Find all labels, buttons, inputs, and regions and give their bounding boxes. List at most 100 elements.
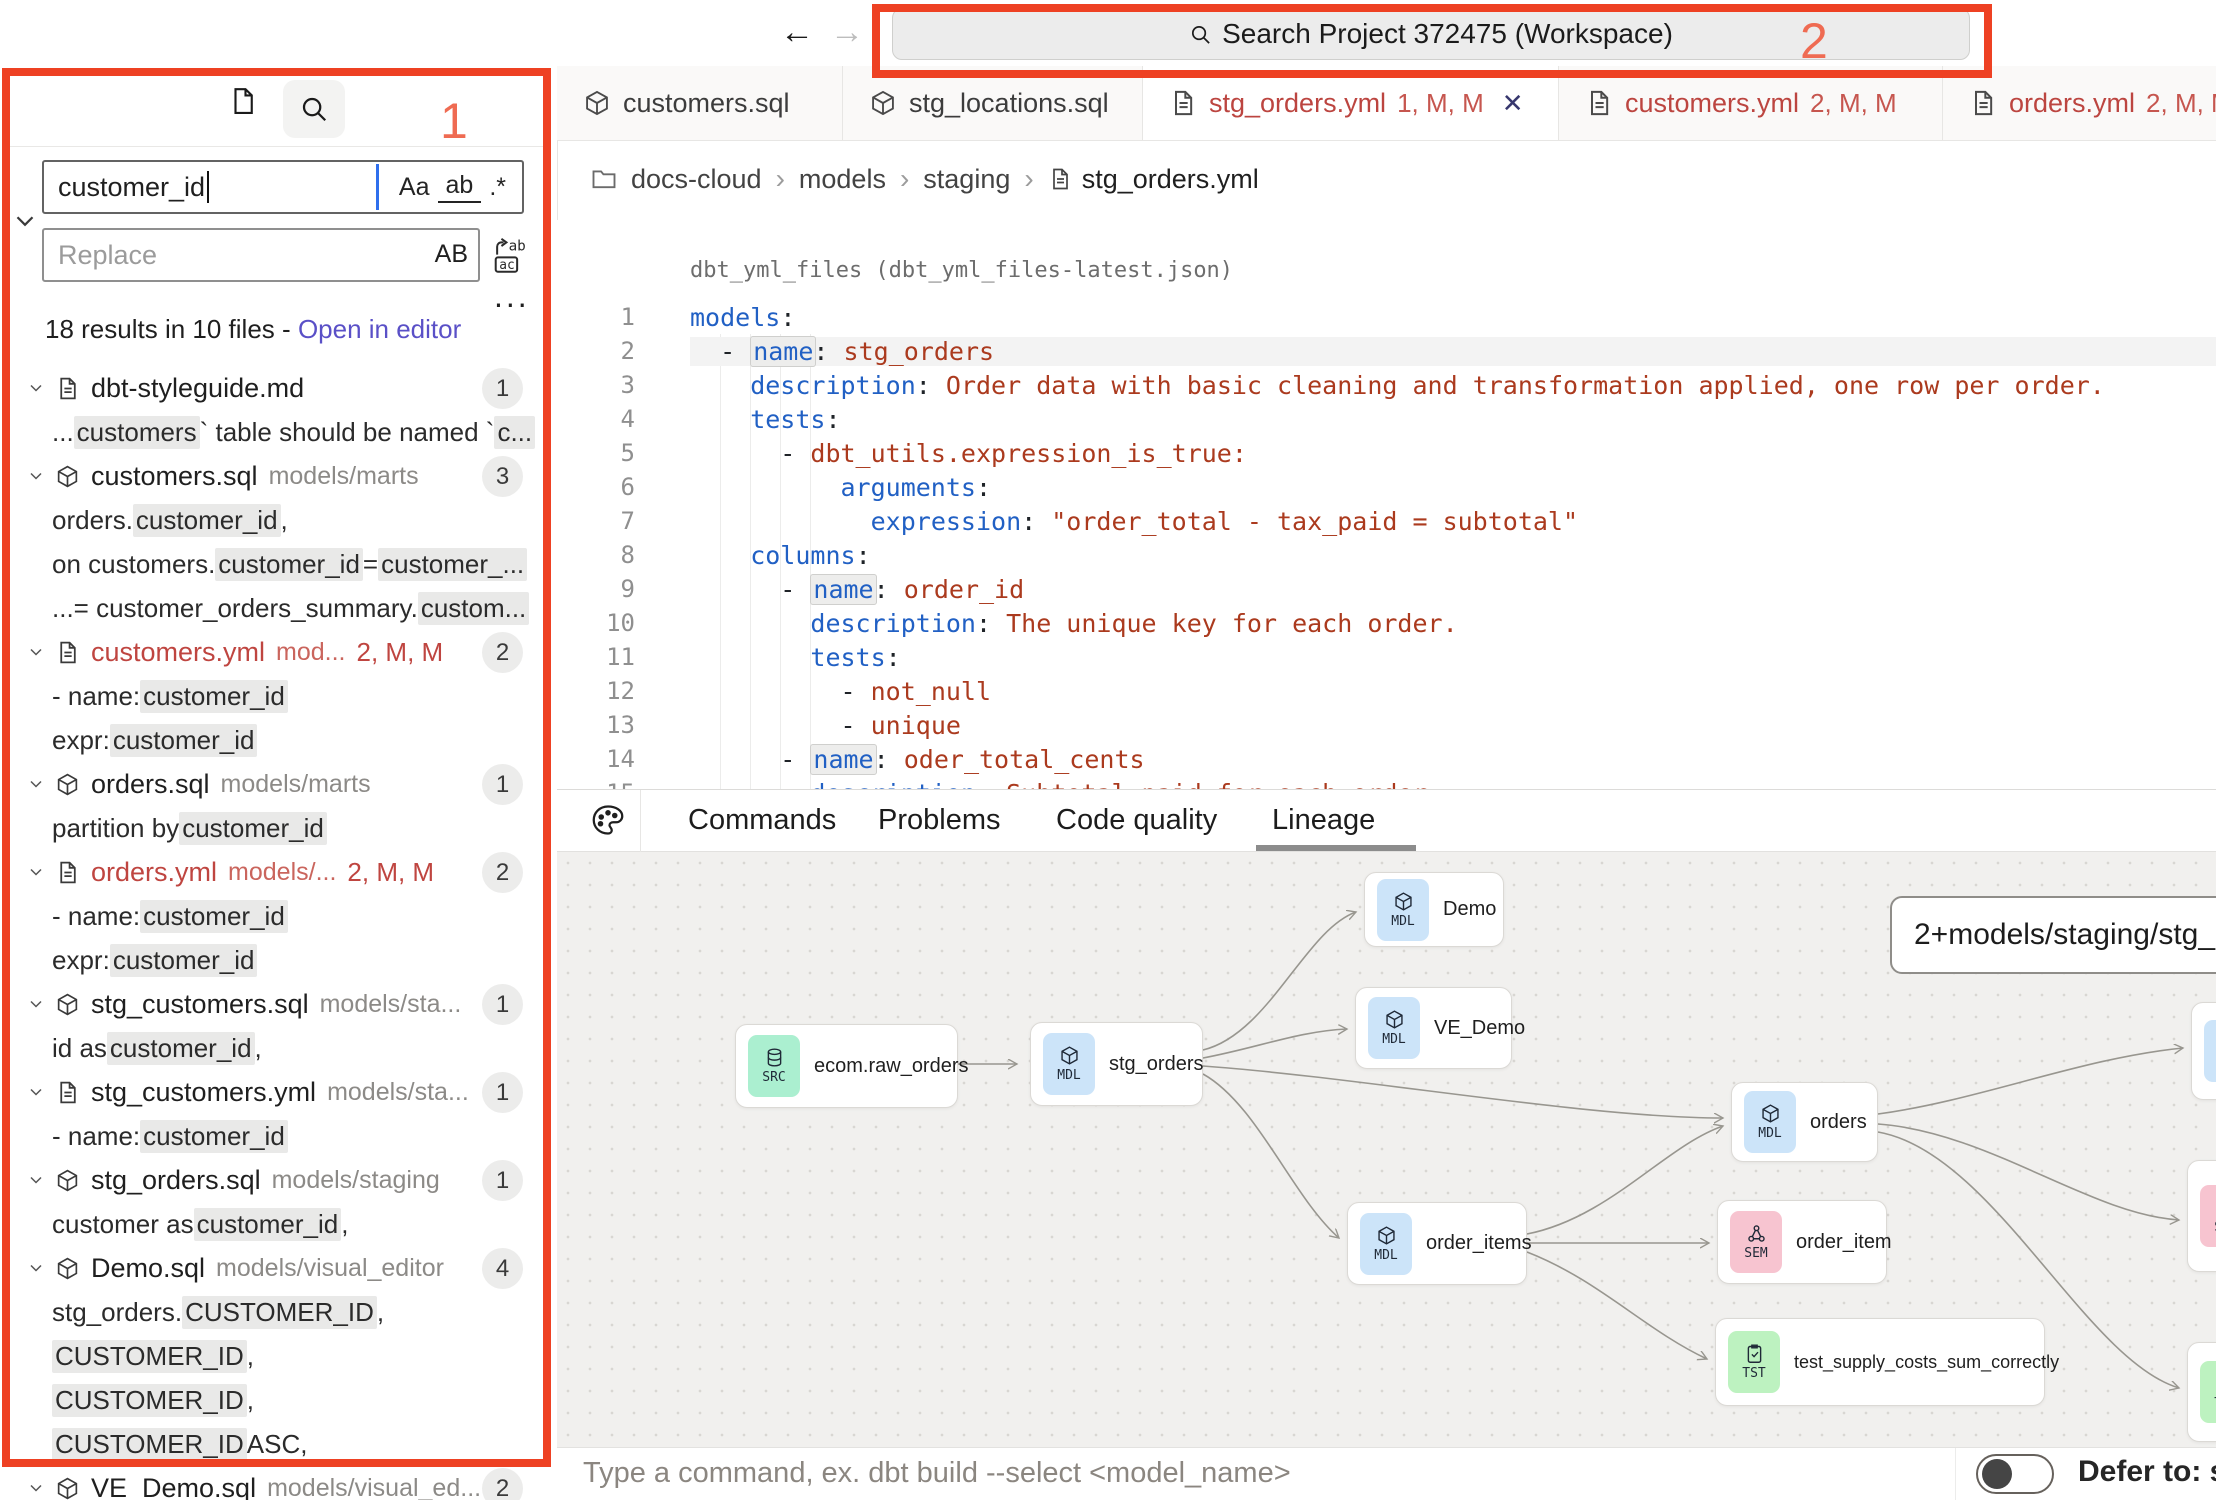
search-result-file[interactable]: stg_orders.sqlmodels/staging1 — [10, 1158, 545, 1202]
code-line[interactable]: 10description: The unique key for each o… — [557, 606, 2216, 640]
project-search-bar[interactable]: Search Project 372475 (Workspace) — [892, 8, 1970, 60]
chevron-down-icon[interactable] — [26, 378, 46, 398]
forward-button[interactable]: → — [830, 10, 864, 54]
node-ve-demo[interactable]: MDL VE_Demo — [1355, 987, 1512, 1069]
file-explorer-icon[interactable] — [228, 86, 258, 122]
code-line[interactable]: 15description: Subtotal paid for each or… — [557, 776, 2216, 789]
search-result-match[interactable]: CUSTOMER_ID, — [10, 1378, 545, 1422]
search-result-match[interactable]: id as customer_id, — [10, 1026, 545, 1070]
chevron-down-icon[interactable] — [26, 862, 46, 882]
replace-all-icon[interactable]: abac — [490, 236, 530, 276]
search-result-file[interactable]: customers.sqlmodels/marts3 — [10, 454, 545, 498]
code-lens[interactable]: dbt_yml_files (dbt_yml_files-latest.json… — [690, 258, 1233, 283]
search-result-file[interactable]: stg_customers.ymlmodels/sta...1 — [10, 1070, 545, 1114]
code-line[interactable]: 1models: — [557, 300, 2216, 334]
node-stg-orders[interactable]: MDL stg_orders — [1030, 1022, 1203, 1106]
tab-customers.yml[interactable]: customers.yml2, M, M — [1559, 66, 1943, 140]
command-input[interactable]: Type a command, ex. dbt build --select <… — [583, 1457, 1291, 1490]
code-line[interactable]: 14- name: oder_total_cents — [557, 742, 2216, 776]
chevron-down-icon[interactable] — [26, 1478, 46, 1498]
lineage-graph[interactable]: SRC ecom.raw_orders MDL stg_orders MDL D… — [557, 852, 2216, 1447]
search-result-file[interactable]: stg_customers.sqlmodels/sta...1 — [10, 982, 545, 1026]
breadcrumb-segment[interactable]: models — [799, 164, 886, 195]
code-line[interactable]: 8columns: — [557, 538, 2216, 572]
search-result-match[interactable]: orders.customer_id, — [10, 498, 545, 542]
chevron-down-icon[interactable] — [26, 642, 46, 662]
search-result-match[interactable]: ...= customer_orders_summary.custom... — [10, 586, 545, 630]
node-order-items[interactable]: MDL order_items — [1347, 1202, 1527, 1285]
code-line[interactable]: 3description: Order data with basic clea… — [557, 368, 2216, 402]
code-line[interactable]: 9- name: order_id — [557, 572, 2216, 606]
breadcrumb-segment[interactable]: staging — [923, 164, 1010, 195]
code-line[interactable]: 6arguments: — [557, 470, 2216, 504]
open-in-editor-link[interactable]: Open in editor — [298, 314, 461, 344]
search-result-file[interactable]: orders.ymlmodels/...2, M, M2 — [10, 850, 545, 894]
code-line[interactable]: 5- dbt_utils.expression_is_true: — [557, 436, 2216, 470]
back-button[interactable]: ← — [780, 10, 814, 54]
search-result-match[interactable]: on customers.customer_id = customer_... — [10, 542, 545, 586]
tab-code-quality[interactable]: Code quality — [1056, 790, 1217, 851]
cube-icon — [1760, 1103, 1781, 1124]
node-order-item[interactable]: SEM order_item — [1717, 1200, 1887, 1284]
search-result-match[interactable]: - name: customer_id — [10, 1114, 545, 1158]
palette-icon[interactable] — [590, 802, 626, 838]
node-test-supply-costs[interactable]: TST test_supply_costs_sum_correctly — [1715, 1318, 2045, 1406]
chevron-down-icon[interactable] — [26, 994, 46, 1014]
search-result-match[interactable]: - name: customer_id — [10, 894, 545, 938]
search-result-match[interactable]: partition by customer_id — [10, 806, 545, 850]
code-line[interactable]: 12- not_null — [557, 674, 2216, 708]
node-partial-bottom[interactable]: TST — [2187, 1342, 2216, 1442]
tab-stg_orders.yml[interactable]: stg_orders.yml1, M, M✕ — [1143, 66, 1559, 140]
more-actions-button[interactable]: ... — [494, 278, 530, 315]
search-result-match[interactable]: CUSTOMER_ID, — [10, 1334, 545, 1378]
tab-lineage[interactable]: Lineage — [1272, 790, 1375, 851]
chevron-down-icon[interactable] — [26, 1082, 46, 1102]
preserve-case-toggle[interactable]: AB — [435, 240, 468, 269]
lineage-selector-input[interactable]: 2+models/staging/stg_or — [1890, 896, 2216, 974]
search-result-match[interactable]: stg_orders.CUSTOMER_ID, — [10, 1290, 545, 1334]
search-result-match[interactable]: expr: customer_id — [10, 718, 545, 762]
breadcrumb-file[interactable]: stg_orders.yml — [1082, 164, 1259, 195]
code-line[interactable]: 13- unique — [557, 708, 2216, 742]
tab-commands[interactable]: Commands — [688, 790, 836, 851]
code-editor[interactable]: dbt_yml_files (dbt_yml_files-latest.json… — [557, 220, 2216, 789]
code-line[interactable]: 2- name: stg_orders — [557, 334, 2216, 368]
search-result-match[interactable]: - name: customer_id — [10, 674, 545, 718]
node-orders[interactable]: MDL orders — [1731, 1082, 1878, 1162]
node-ecom-raw-orders[interactable]: SRC ecom.raw_orders — [735, 1024, 958, 1108]
node-partial-top[interactable]: MDL — [2191, 1002, 2216, 1100]
chevron-down-icon[interactable] — [26, 774, 46, 794]
search-result-match[interactable]: CUSTOMER_ID ASC, — [10, 1422, 545, 1466]
search-result-file[interactable]: VE_Demo.sqlmodels/visual_ed...2 — [10, 1466, 545, 1500]
node-demo[interactable]: MDL Demo — [1364, 872, 1504, 947]
chevron-down-icon[interactable] — [26, 1170, 46, 1190]
tab-customers.sql[interactable]: customers.sql — [557, 66, 843, 140]
code-line[interactable]: 7expression: "order_total - tax_paid = s… — [557, 504, 2216, 538]
regex-toggle[interactable]: .* — [481, 173, 514, 202]
breadcrumb-segment[interactable]: docs-cloud — [631, 164, 762, 195]
whole-word-toggle[interactable]: ab — [438, 171, 482, 203]
node-partial-middle[interactable]: SEM — [2187, 1160, 2216, 1272]
search-input[interactable]: customer_id Aa ab .* — [42, 160, 524, 214]
defer-toggle[interactable] — [1976, 1454, 2054, 1494]
result-file-path: models/... — [228, 858, 336, 887]
close-icon[interactable]: ✕ — [1502, 88, 1524, 119]
replace-input[interactable] — [42, 228, 480, 282]
chevron-down-icon[interactable] — [26, 466, 46, 486]
code-line[interactable]: 11tests: — [557, 640, 2216, 674]
search-tab-button[interactable] — [283, 80, 345, 138]
search-result-file[interactable]: orders.sqlmodels/marts1 — [10, 762, 545, 806]
toggle-replace-icon[interactable] — [10, 206, 40, 236]
search-result-match[interactable]: ...customers` table should be named `c..… — [10, 410, 545, 454]
search-result-match[interactable]: customer as customer_id, — [10, 1202, 545, 1246]
tab-orders.yml[interactable]: orders.yml2, M, M — [1943, 66, 2216, 140]
code-line[interactable]: 4tests: — [557, 402, 2216, 436]
tab-stg_locations.sql[interactable]: stg_locations.sql — [843, 66, 1143, 140]
search-result-file[interactable]: customers.ymlmod...2, M, M2 — [10, 630, 545, 674]
match-case-toggle[interactable]: Aa — [391, 173, 438, 202]
chevron-down-icon[interactable] — [26, 1258, 46, 1278]
search-result-match[interactable]: expr: customer_id — [10, 938, 545, 982]
tab-problems[interactable]: Problems — [878, 790, 1001, 851]
search-result-file[interactable]: dbt-styleguide.md1 — [10, 366, 545, 410]
search-result-file[interactable]: Demo.sqlmodels/visual_editor4 — [10, 1246, 545, 1290]
